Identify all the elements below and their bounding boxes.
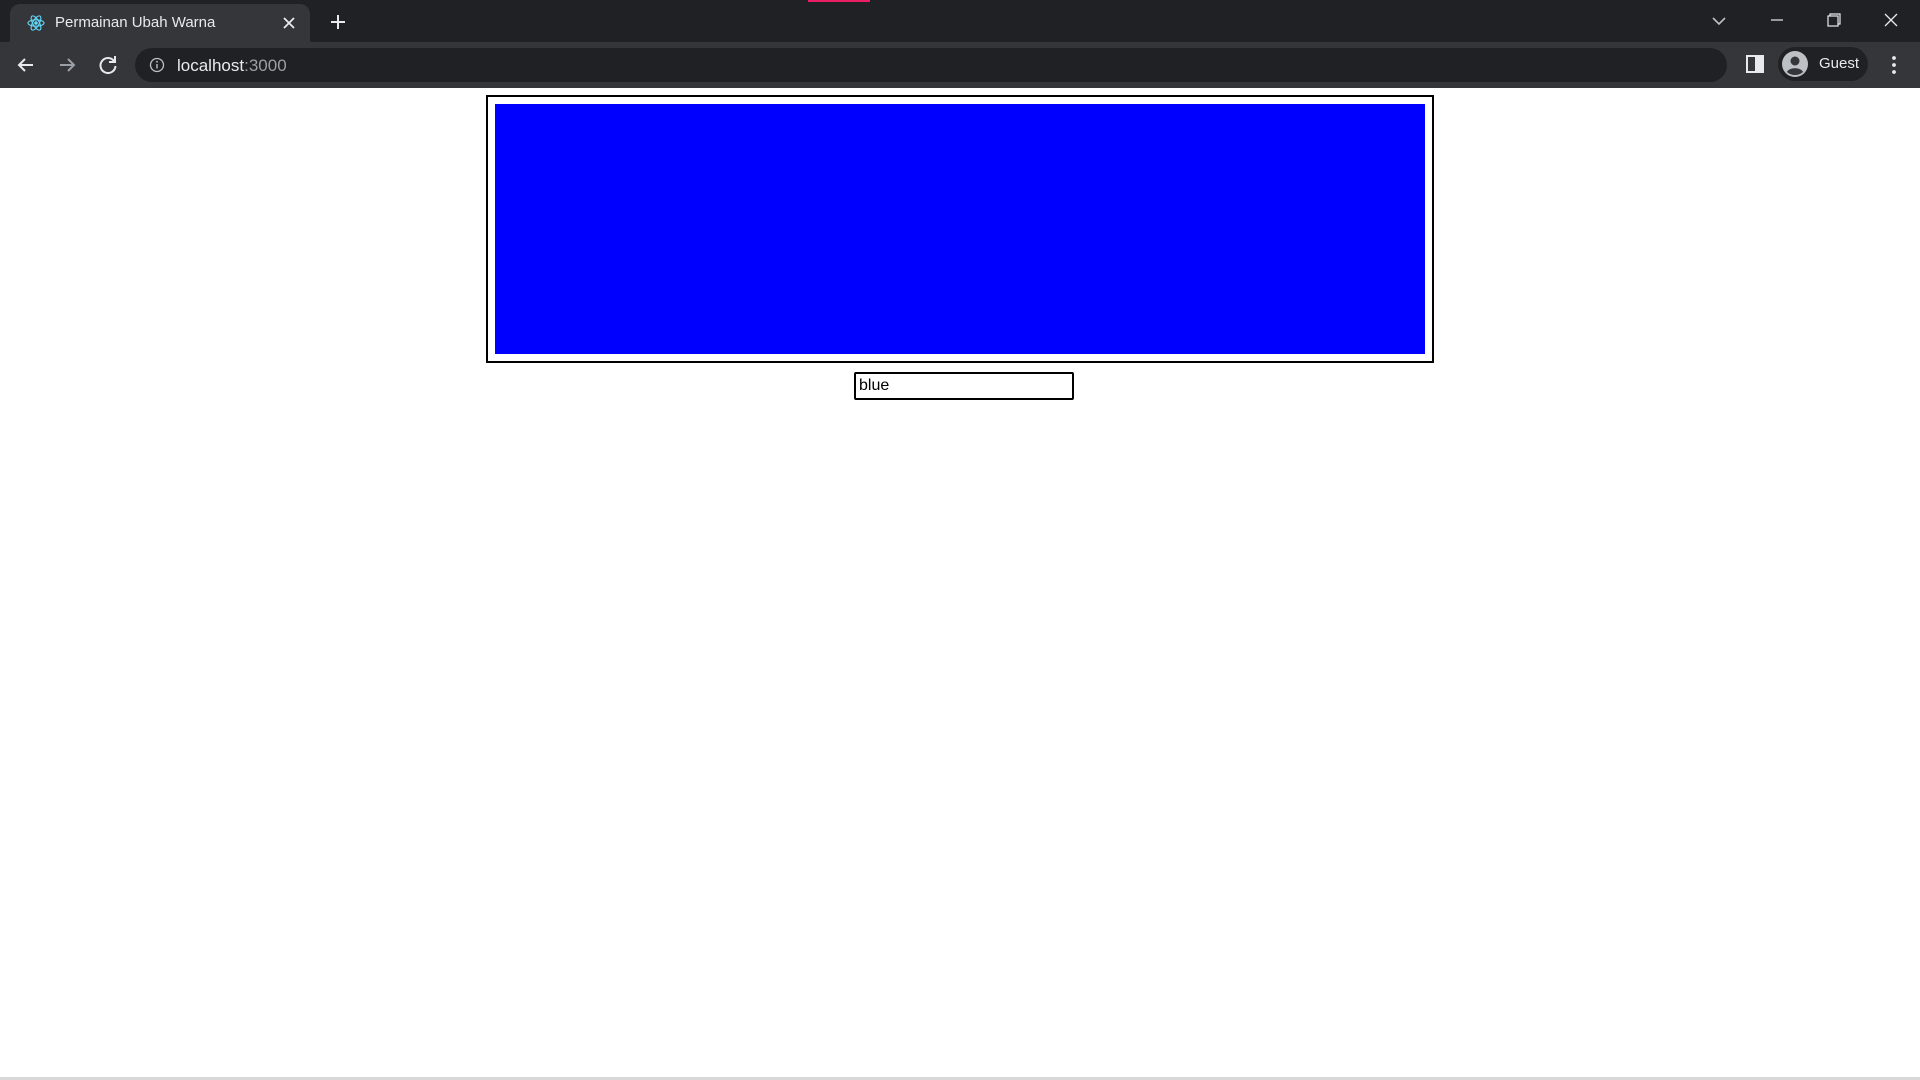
tab-strip: Permainan Ubah Warna xyxy=(0,0,1920,42)
color-box-frame xyxy=(486,95,1434,363)
info-icon[interactable] xyxy=(149,57,165,73)
browser-window: Permainan Ubah Warna localhost:3000 Gues… xyxy=(0,0,1920,88)
color-box xyxy=(495,104,1425,354)
address-bar[interactable]: localhost:3000 xyxy=(135,48,1727,82)
restore-icon[interactable] xyxy=(1818,8,1848,32)
profile-label: Guest xyxy=(1819,55,1860,72)
tab-active[interactable]: Permainan Ubah Warna xyxy=(10,4,310,42)
react-logo-icon xyxy=(26,13,46,33)
page-viewport xyxy=(0,88,1920,1080)
arrow-right-icon[interactable] xyxy=(53,51,81,79)
browser-toolbar: localhost:3000 Guest xyxy=(0,42,1920,88)
close-icon[interactable] xyxy=(280,14,298,32)
tab-strip-accent xyxy=(808,0,870,2)
profile-button[interactable]: Guest xyxy=(1778,47,1868,81)
window-close-icon[interactable] xyxy=(1876,8,1906,32)
kebab-menu-icon[interactable] xyxy=(1882,53,1906,77)
chevron-down-icon[interactable] xyxy=(1707,9,1731,33)
url-text: localhost:3000 xyxy=(177,56,287,76)
plus-icon[interactable] xyxy=(326,10,350,34)
side-panel-icon[interactable] xyxy=(1744,53,1766,75)
color-input[interactable] xyxy=(854,372,1074,400)
url-host: localhost xyxy=(177,56,245,75)
url-port: :3000 xyxy=(244,56,287,75)
minimize-icon[interactable] xyxy=(1762,8,1792,32)
tab-title: Permainan Ubah Warna xyxy=(55,14,216,31)
person-icon xyxy=(1782,51,1808,77)
arrow-left-icon[interactable] xyxy=(12,51,40,79)
reload-icon[interactable] xyxy=(94,51,122,79)
